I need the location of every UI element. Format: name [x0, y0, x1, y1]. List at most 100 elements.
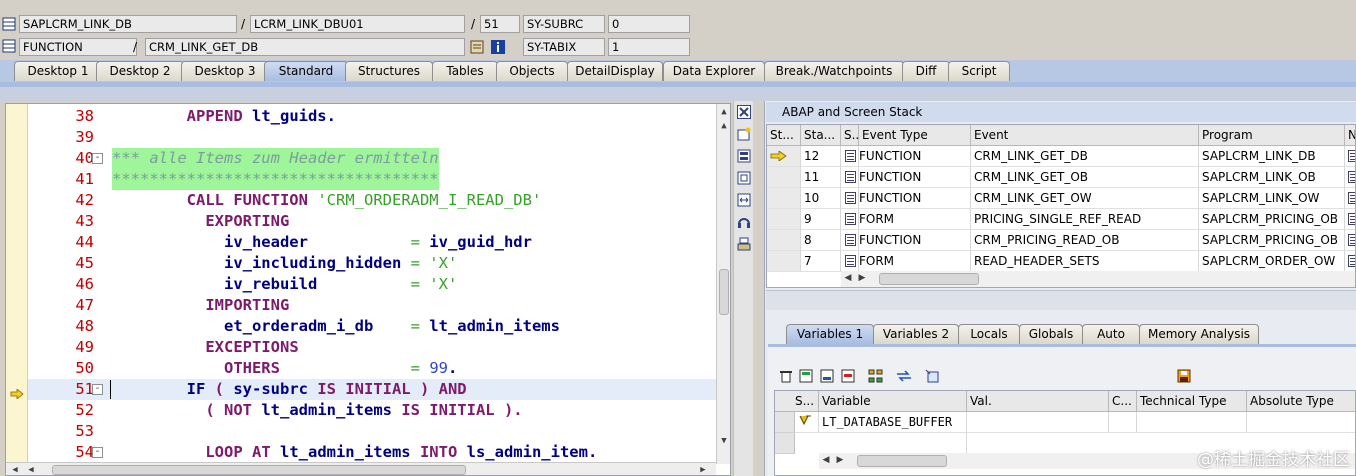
stack-name-cell[interactable]: [1345, 230, 1355, 251]
close-icon[interactable]: [736, 105, 751, 120]
scroll-thumb[interactable]: [52, 465, 466, 475]
tab-variables-1[interactable]: Variables 1: [786, 324, 874, 344]
stack-program-cell[interactable]: SAPLCRM_LINK_DB: [1199, 146, 1345, 167]
stack-status-cell[interactable]: [767, 251, 801, 272]
scroll-right-icon[interactable]: ▶: [855, 271, 869, 285]
code-line[interactable]: 45 iv_including_hidden = 'X': [28, 253, 716, 274]
source-editor[interactable]: 38 APPEND lt_guids. 39 40- *** alle Items z…: [5, 103, 731, 476]
scroll-left-icon[interactable]: ◀: [24, 463, 38, 475]
stack-level-cell[interactable]: 7: [801, 251, 841, 272]
tab-globals[interactable]: Globals: [1019, 324, 1083, 344]
append-row-icon[interactable]: [819, 369, 834, 384]
var-col-absolute-type[interactable]: Absolute Type: [1247, 391, 1355, 412]
stack-col-program[interactable]: Program: [1199, 125, 1345, 146]
event-field[interactable]: CRM_LINK_GET_DB: [145, 38, 465, 56]
filter-icon[interactable]: [924, 369, 939, 384]
scroll-thumb[interactable]: [879, 273, 979, 285]
code-line[interactable]: 46 iv_rebuild = 'X': [28, 274, 716, 295]
var-col-variable[interactable]: Variable: [819, 391, 967, 412]
row-selector[interactable]: [775, 412, 795, 433]
tab-locals[interactable]: Locals: [958, 324, 1020, 344]
stack-name-cell[interactable]: [1345, 167, 1355, 188]
line-field[interactable]: 51: [480, 15, 520, 33]
code-line[interactable]: 42 CALL FUNCTION 'CRM_ORDERADM_I_READ_DB…: [28, 190, 716, 211]
tab-diff[interactable]: Diff: [902, 61, 950, 81]
save-icon[interactable]: [1176, 369, 1191, 384]
scroll-right-icon[interactable]: ▶: [696, 463, 710, 475]
var-col-c[interactable]: C...: [1109, 391, 1137, 412]
var-col-value[interactable]: Val.: [967, 391, 1109, 412]
stack-level-cell[interactable]: 8: [801, 230, 841, 251]
stack-program-cell[interactable]: SAPLCRM_ORDER_OW: [1199, 251, 1345, 272]
stack-event-type-cell[interactable]: FUNCTION: [841, 188, 971, 209]
fold-toggle-icon[interactable]: -: [92, 384, 103, 395]
stack-horizontal-scrollbar[interactable]: ◀ ▶: [841, 271, 1355, 287]
stack-program-cell[interactable]: SAPLCRM_PRICING_OB: [1199, 209, 1345, 230]
code-line[interactable]: 44 iv_header = iv_guid_hdr: [28, 232, 716, 253]
program-field[interactable]: SAPLCRM_LINK_DB: [19, 15, 237, 33]
stack-program-cell[interactable]: SAPLCRM_LINK_OW: [1199, 188, 1345, 209]
scroll-thumb[interactable]: [857, 455, 947, 467]
stack-col-name[interactable]: Na: [1345, 125, 1355, 146]
scroll-left-icon[interactable]: ◀: [841, 271, 855, 285]
code-line[interactable]: 53: [28, 421, 716, 442]
editor-vertical-scrollbar[interactable]: ▲ ▲ ▼: [716, 104, 730, 464]
stack-event-cell[interactable]: CRM_LINK_GET_OB: [971, 167, 1199, 188]
tab-breakpoints[interactable]: Break./Watchpoints: [764, 61, 904, 81]
transfer-icon[interactable]: [896, 369, 911, 384]
tab-standard[interactable]: Standard: [264, 61, 348, 81]
var-value-cell[interactable]: [967, 412, 1109, 433]
tab-objects[interactable]: Objects: [496, 61, 568, 81]
stack-event-cell[interactable]: PRICING_SINGLE_REF_READ: [971, 209, 1199, 230]
stack-event-type-cell[interactable]: FORM: [841, 251, 971, 272]
tab-tables[interactable]: Tables: [432, 61, 498, 81]
delete-icon[interactable]: [778, 369, 793, 384]
fold-toggle-icon[interactable]: -: [92, 153, 103, 164]
code-line[interactable]: 40- *** alle Items zum Header ermitteln: [28, 148, 716, 169]
tools-icon[interactable]: [736, 237, 751, 252]
stack-col-status[interactable]: St...: [767, 125, 801, 146]
stack-name-cell[interactable]: [1345, 209, 1355, 230]
stack-col-level[interactable]: Sta...: [801, 125, 841, 146]
tab-variables-2[interactable]: Variables 2: [873, 324, 959, 344]
stack-event-cell[interactable]: CRM_PRICING_READ_OB: [971, 230, 1199, 251]
code-line[interactable]: 52 ( NOT lt_admin_items IS INITIAL ).: [28, 400, 716, 421]
pane-splitter[interactable]: [766, 290, 1356, 310]
code-line[interactable]: 49 EXCEPTIONS: [28, 337, 716, 358]
event-type-field[interactable]: FUNCTION: [19, 38, 137, 56]
stack-event-cell[interactable]: READ_HEADER_SETS: [971, 251, 1199, 272]
stack-name-cell[interactable]: [1345, 188, 1355, 209]
maximize-icon[interactable]: [736, 171, 751, 186]
scroll-left-icon[interactable]: ◀: [8, 463, 22, 475]
tab-desktop-3[interactable]: Desktop 3: [181, 61, 269, 81]
stack-event-type-cell[interactable]: FUNCTION: [841, 146, 971, 167]
info-icon[interactable]: [491, 40, 505, 54]
tab-desktop-1[interactable]: Desktop 1: [14, 61, 102, 81]
headset-icon[interactable]: [736, 215, 751, 230]
scroll-thumb[interactable]: [719, 269, 729, 315]
tab-desktop-2[interactable]: Desktop 2: [96, 61, 184, 81]
sy-field-value[interactable]: 0: [608, 15, 690, 33]
tab-detail-display[interactable]: DetailDisplay: [567, 61, 663, 81]
stack-level-cell[interactable]: 9: [801, 209, 841, 230]
sy-tabix-value[interactable]: 1: [608, 38, 690, 56]
scroll-up-icon[interactable]: ▲: [717, 105, 730, 119]
hierarchy-icon[interactable]: [868, 369, 883, 384]
scroll-right-icon[interactable]: ▶: [833, 453, 847, 467]
stack-event-cell[interactable]: CRM_LINK_GET_OW: [971, 188, 1199, 209]
code-line[interactable]: 50 OTHERS = 99.: [28, 358, 716, 379]
source-icon[interactable]: [470, 40, 484, 54]
code-line[interactable]: 41 ***********************************: [28, 169, 716, 190]
tab-script[interactable]: Script: [948, 61, 1010, 81]
code-line[interactable]: 48 et_orderadm_i_db = lt_admin_items: [28, 316, 716, 337]
stack-event-type-cell[interactable]: FUNCTION: [841, 230, 971, 251]
stack-level-cell[interactable]: 10: [801, 188, 841, 209]
stack-col-event-type[interactable]: Event Type: [859, 125, 971, 146]
stack-status-cell[interactable]: [767, 188, 801, 209]
stack-status-cell[interactable]: [767, 230, 801, 251]
stack-name-cell[interactable]: [1345, 146, 1355, 167]
code-line[interactable]: 51- IF ( sy-subrc IS INITIAL ) AND: [10, 379, 716, 400]
stack-event-type-cell[interactable]: FORM: [841, 209, 971, 230]
stack-level-cell[interactable]: 11: [801, 167, 841, 188]
stack-event-type-cell[interactable]: FUNCTION: [841, 167, 971, 188]
